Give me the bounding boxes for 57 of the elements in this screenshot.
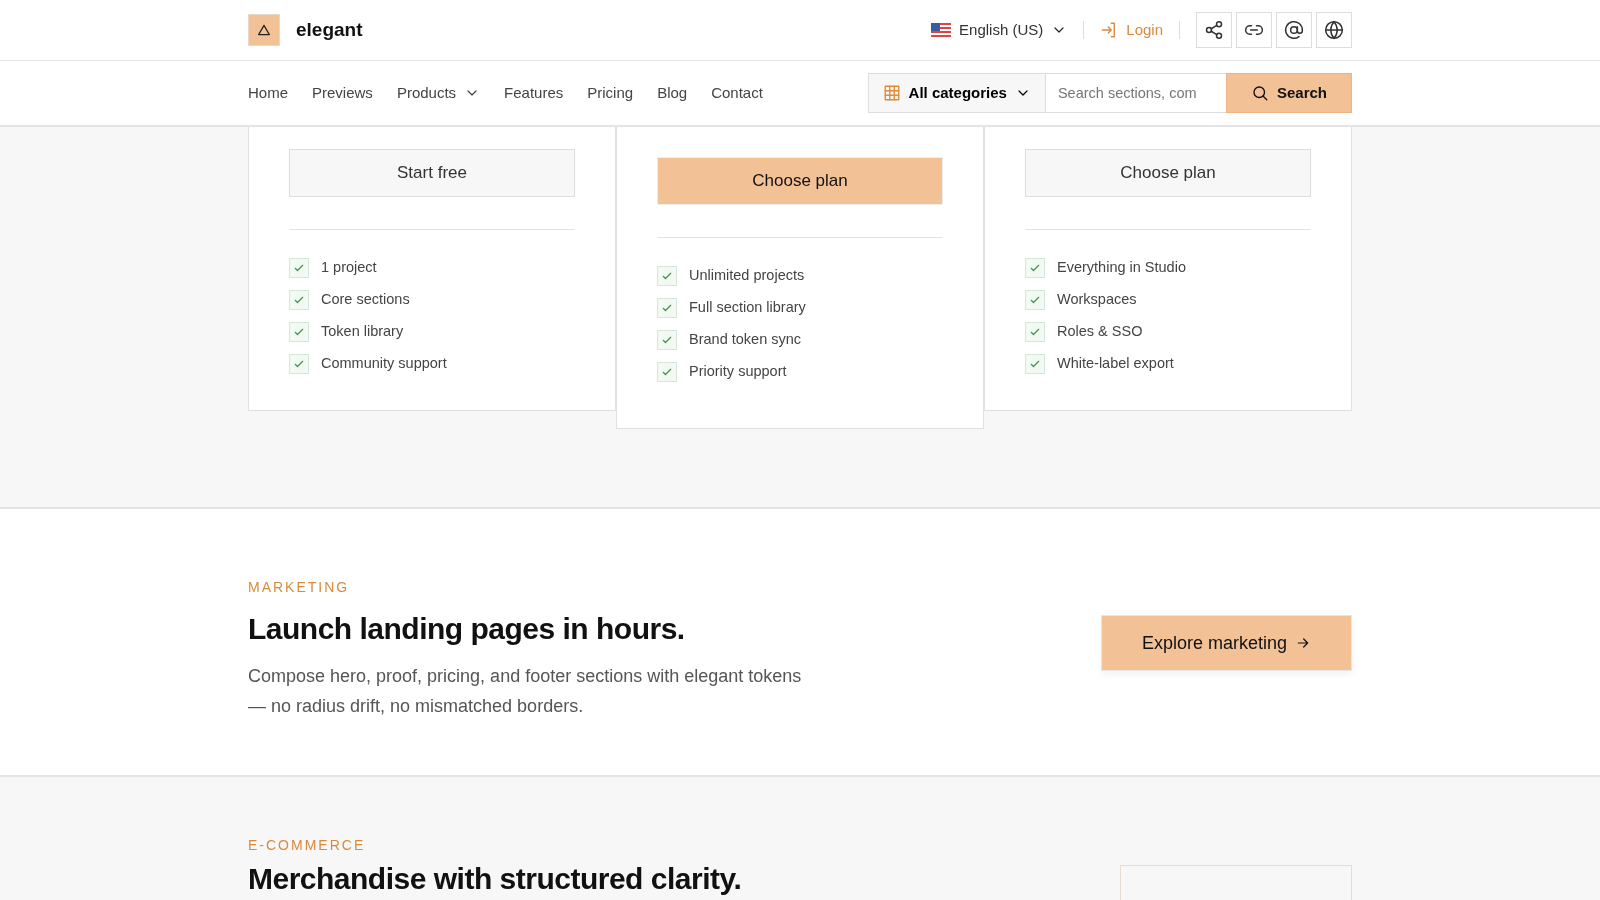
brand-name[interactable]: elegant (296, 15, 363, 45)
eyebrow-label: E-COMMERCE (248, 836, 367, 855)
section-title: Launch landing pages in hours. (248, 611, 686, 647)
plan-button[interactable]: Choose plan (657, 157, 943, 205)
check-icon (289, 322, 309, 342)
check-icon (289, 258, 309, 278)
at-sign-icon (1284, 20, 1304, 40)
check-icon (1025, 354, 1045, 374)
check-icon (1025, 290, 1045, 310)
logo-icon[interactable] (248, 14, 280, 46)
at-button[interactable] (1276, 12, 1312, 48)
feature-text: 1 project (321, 258, 377, 278)
search-button[interactable]: Search (1225, 73, 1352, 113)
nav-link[interactable]: Pricing (587, 81, 634, 105)
feature-text: Priority support (689, 362, 787, 382)
feature-text: White-label export (1057, 354, 1174, 374)
check-icon (657, 330, 677, 350)
nav-link[interactable]: Blog (657, 81, 688, 105)
grid-icon (882, 84, 901, 102)
language-dropdown[interactable]: English (US) (931, 18, 1068, 42)
check-icon (657, 362, 677, 382)
feature-text: Workspaces (1057, 290, 1137, 310)
feature-text: Unlimited projects (689, 266, 805, 286)
flag-icon (931, 23, 952, 37)
feature-text: Brand token sync (689, 330, 802, 350)
check-icon (289, 290, 309, 310)
check-icon (1025, 322, 1045, 342)
check-icon (289, 354, 309, 374)
plan-button[interactable]: Start free (289, 149, 575, 197)
feature-text: Everything in Studio (1057, 258, 1186, 278)
feature-text: Core sections (321, 290, 410, 310)
check-icon (1025, 258, 1045, 278)
nav-link[interactable]: Contact (711, 81, 763, 105)
arrow-right-icon (1295, 635, 1311, 651)
explore-button[interactable]: Explore marketing (1100, 615, 1352, 671)
section-title: Merchandise with structured clarity. (248, 862, 742, 895)
check-icon (657, 266, 677, 286)
check-icon (657, 298, 677, 318)
nav-link[interactable]: Products (396, 81, 481, 105)
nav-link[interactable]: Home (248, 81, 288, 105)
eyebrow-label: MARKETING (248, 578, 351, 597)
share-icon (1204, 20, 1224, 40)
plan-button[interactable]: Choose plan (1025, 149, 1311, 197)
share-button[interactable] (1196, 12, 1232, 48)
globe-icon (1324, 20, 1344, 40)
feature-text: Community support (321, 354, 447, 374)
section-description: Compose hero, proof, pricing, and footer sections with elegant tokens — no radius drift, no mismatched borders. (248, 665, 803, 718)
globe-button[interactable] (1316, 12, 1352, 48)
feature-text: Roles & SSO (1057, 322, 1143, 342)
search-field[interactable]: Search sections, com (1045, 73, 1226, 113)
feature-text: Full section library (689, 298, 806, 318)
link-button[interactable] (1236, 12, 1272, 48)
nav-link[interactable]: Previews (312, 81, 373, 105)
category-dropdown[interactable]: All categories (867, 73, 1046, 113)
feature-text: Token library (321, 322, 404, 342)
search-icon (1250, 84, 1269, 102)
nav-link[interactable]: Features (504, 81, 564, 105)
